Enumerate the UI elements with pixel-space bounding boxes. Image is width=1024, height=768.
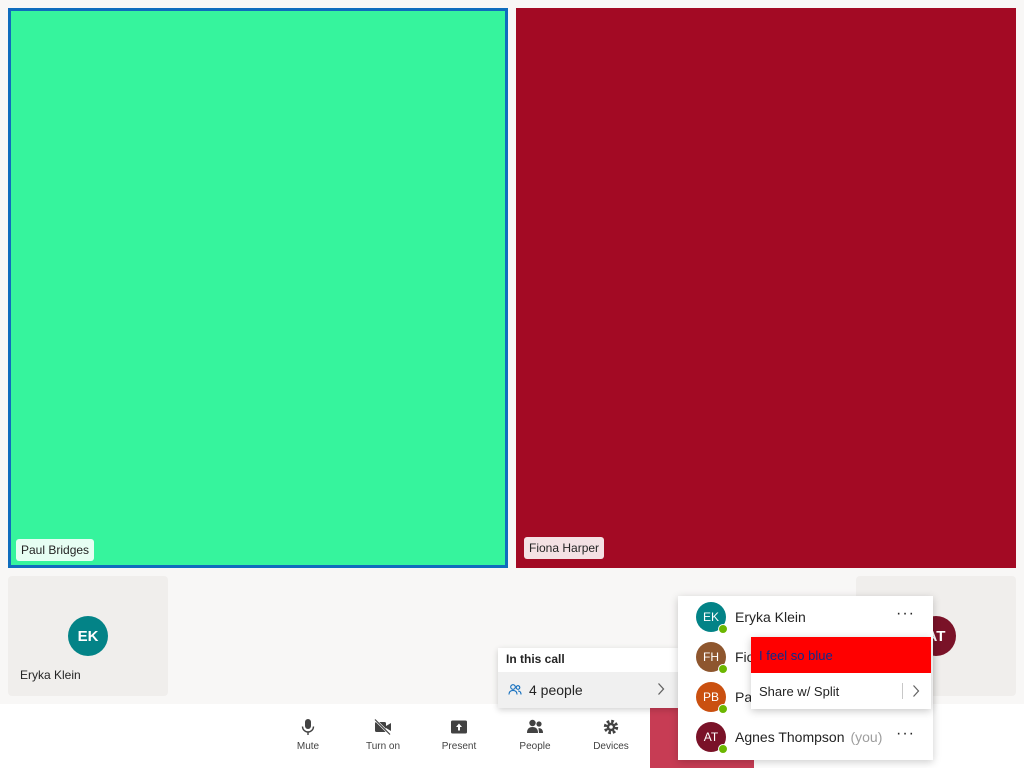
people-button[interactable]: People [505, 718, 565, 762]
participant-name: Eryka Klein [735, 609, 806, 625]
microphone-icon [301, 719, 315, 735]
people-icon [508, 684, 522, 695]
menu-item-share-split[interactable]: Share w/ Split [751, 673, 931, 709]
context-menu: I feel so blue Share w/ Split [751, 637, 931, 709]
present-label: Present [441, 741, 477, 752]
video-tile-fiona-harper[interactable]: Fiona Harper [516, 8, 1016, 568]
devices-button[interactable]: Devices [581, 718, 641, 762]
menu-item-feel-blue[interactable]: I feel so blue [751, 637, 931, 673]
camera-off-icon [374, 718, 391, 736]
participant-name: Agnes Thompson (you) [735, 729, 882, 745]
gallery-tile-eryka-klein[interactable]: EK Eryka Klein [8, 576, 168, 696]
participant-name-tag: Paul Bridges [16, 539, 95, 561]
chevron-right-icon[interactable] [911, 684, 921, 698]
mute-button[interactable]: Mute [278, 718, 338, 762]
list-item[interactable]: AT Agnes Thompson (you) ··· [678, 717, 933, 757]
status-available-icon [718, 704, 728, 714]
video-tile-paul-bridges[interactable]: Paul Bridges [8, 8, 508, 568]
camera-button[interactable]: Turn on [353, 718, 413, 762]
avatar: EK [68, 616, 108, 656]
in-call-header: In this call [506, 652, 565, 666]
in-call-panel: In this call 4 people [498, 648, 678, 708]
status-available-icon [718, 624, 728, 634]
you-suffix: (you) [850, 729, 883, 745]
mute-label: Mute [296, 741, 320, 752]
people-icon [527, 719, 543, 733]
more-options-icon[interactable]: ··· [896, 605, 915, 623]
menu-divider [902, 683, 903, 699]
list-item[interactable]: EK Eryka Klein ··· [678, 597, 933, 637]
status-available-icon [718, 664, 728, 674]
chevron-right-icon [658, 683, 665, 695]
participant-name: Eryka Klein [20, 668, 81, 682]
participant-name-text: Agnes Thompson [735, 729, 845, 745]
devices-label: Devices [593, 741, 629, 752]
share-screen-icon [451, 720, 467, 734]
present-button[interactable]: Present [429, 718, 489, 762]
more-options-icon[interactable]: ··· [896, 725, 915, 743]
camera-label: Turn on [365, 741, 401, 752]
participant-count: 4 people [529, 682, 583, 698]
people-label: People [519, 741, 551, 752]
participant-name-tag: Fiona Harper [524, 537, 605, 559]
gear-icon [603, 719, 619, 735]
participants-row[interactable]: 4 people [498, 672, 678, 708]
status-available-icon [718, 744, 728, 754]
